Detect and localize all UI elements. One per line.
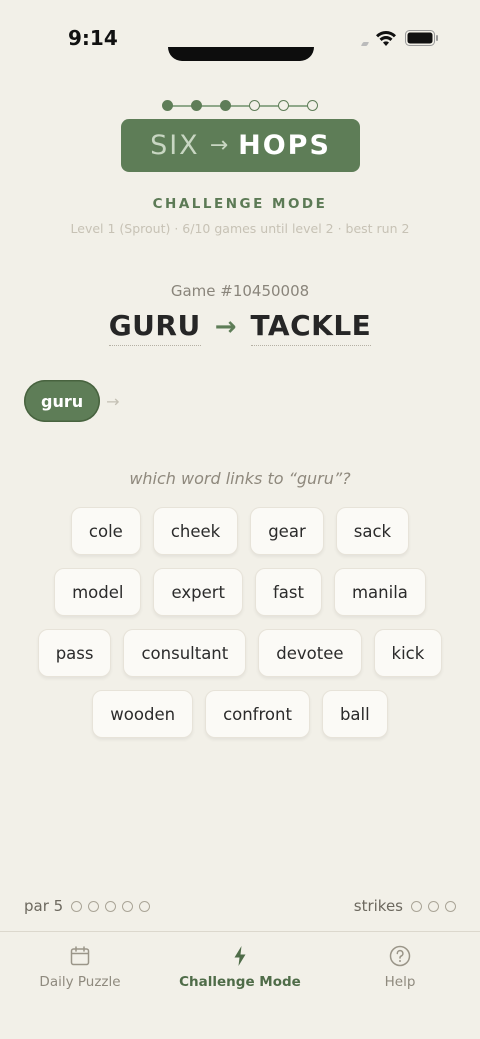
par-group: par 5 xyxy=(24,897,151,915)
logo-six-text: SIX xyxy=(150,130,200,161)
option-consultant[interactable]: consultant xyxy=(123,629,247,677)
battery-icon xyxy=(405,30,438,46)
status-time: 9:14 xyxy=(68,26,118,50)
progress-dot-complete xyxy=(220,100,231,111)
option-pass[interactable]: pass xyxy=(37,629,112,677)
strikes-group: strikes xyxy=(354,897,456,915)
progress-dot-complete xyxy=(191,100,202,111)
tab-daily-puzzle[interactable]: Daily Puzzle xyxy=(0,932,160,1039)
word-options: cole cheek gear sack model expert fast m… xyxy=(20,507,460,738)
option-confront[interactable]: confront xyxy=(205,690,310,738)
option-model[interactable]: model xyxy=(54,568,142,616)
chain-word-pill[interactable]: guru xyxy=(24,380,101,422)
option-devotee[interactable]: devotee xyxy=(258,629,362,677)
wifi-icon xyxy=(376,30,396,46)
strikes-label: strikes xyxy=(353,897,403,915)
progress-dot-pending xyxy=(307,100,318,111)
options-row: model expert fast manila xyxy=(20,568,460,616)
pair-arrow: → xyxy=(214,312,237,342)
cellular-signal-icon xyxy=(360,42,370,46)
tab-help[interactable]: Help xyxy=(320,932,480,1039)
strike-circle xyxy=(445,900,456,912)
option-wooden[interactable]: wooden xyxy=(92,690,194,738)
par-circle xyxy=(122,900,134,912)
link-prompt: which word links to “guru”? xyxy=(129,469,351,488)
option-expert[interactable]: expert xyxy=(153,568,243,616)
par-circle xyxy=(71,900,83,912)
progress-line xyxy=(168,105,312,107)
device-notch xyxy=(168,47,314,61)
word-chain: guru → xyxy=(24,380,120,422)
option-gear[interactable]: gear xyxy=(250,507,324,555)
target-word[interactable]: TACKLE xyxy=(250,308,372,346)
options-row: wooden confront ball xyxy=(20,690,460,738)
mode-title: CHALLENGE MODE xyxy=(152,196,328,212)
tab-challenge-mode[interactable]: Challenge Mode xyxy=(160,932,320,1039)
level-info: Level 1 (Sprout) · 6/10 games until leve… xyxy=(70,221,410,236)
progress-dot-pending xyxy=(278,100,289,111)
game-number: Game #10450008 xyxy=(170,282,310,300)
tab-label: Help xyxy=(384,974,416,990)
option-sack[interactable]: sack xyxy=(335,507,410,555)
option-kick[interactable]: kick xyxy=(373,629,443,677)
calendar-icon xyxy=(70,946,90,966)
par-circle xyxy=(105,900,117,912)
option-manila[interactable]: manila xyxy=(333,568,426,616)
options-row: pass consultant devotee kick xyxy=(20,629,460,677)
strike-circle xyxy=(428,900,439,912)
tab-label: Daily Puzzle xyxy=(39,974,121,990)
word-pair: GURU → TACKLE xyxy=(0,308,480,346)
status-bar: 9:14 xyxy=(0,0,480,70)
option-cheek[interactable]: cheek xyxy=(152,507,239,555)
app-logo: SIX → HOPS xyxy=(121,119,360,172)
par-circles xyxy=(71,900,151,912)
par-circle xyxy=(139,900,151,912)
strike-circle xyxy=(411,900,422,912)
par-label: par 5 xyxy=(24,897,64,915)
options-row: cole cheek gear sack xyxy=(20,507,460,555)
level-progress-indicator xyxy=(162,100,318,112)
logo-arrow: → xyxy=(209,133,229,158)
tab-bar: Daily Puzzle Challenge Mode Help xyxy=(0,931,480,1039)
progress-dot-pending xyxy=(249,100,260,111)
option-ball[interactable]: ball xyxy=(321,690,388,738)
option-cole[interactable]: cole xyxy=(70,507,141,555)
progress-dot-complete xyxy=(162,100,173,111)
par-circle xyxy=(88,900,100,912)
help-icon xyxy=(389,945,411,967)
tab-label: Challenge Mode xyxy=(179,974,301,990)
option-fast[interactable]: fast xyxy=(254,568,322,616)
strike-circles xyxy=(411,900,456,912)
game-stats: par 5 strikes xyxy=(24,896,456,916)
start-word[interactable]: GURU xyxy=(108,308,201,346)
chain-arrow: → xyxy=(106,391,120,411)
logo-hops-text: HOPS xyxy=(238,130,331,161)
lightning-icon xyxy=(234,946,246,966)
